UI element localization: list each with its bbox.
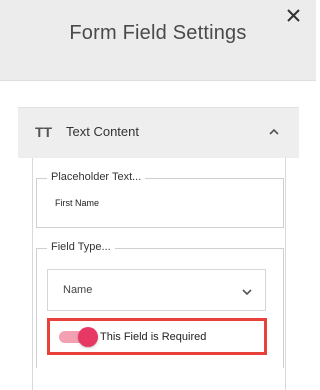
placeholder-text-value: First Name bbox=[55, 198, 100, 208]
chevron-up-icon[interactable] bbox=[267, 125, 281, 139]
required-toggle[interactable] bbox=[59, 327, 98, 347]
page-title: Form Field Settings bbox=[69, 22, 247, 44]
field-type-legend: Field Type... bbox=[47, 241, 115, 253]
required-toggle-label: This Field is Required bbox=[100, 331, 207, 343]
text-content-section-header[interactable]: TT Text Content bbox=[18, 107, 299, 158]
settings-header: Form Field Settings bbox=[0, 0, 316, 81]
section-label: Text Content bbox=[66, 124, 139, 139]
field-type-selected-value: Name bbox=[63, 284, 93, 296]
field-type-select[interactable]: Name bbox=[47, 269, 266, 311]
chevron-down-icon bbox=[241, 285, 253, 297]
required-toggle-row: This Field is Required bbox=[47, 318, 267, 355]
toggle-knob bbox=[78, 327, 98, 347]
text-format-icon: TT bbox=[35, 124, 53, 140]
placeholder-text-field[interactable]: Placeholder Text... First Name bbox=[36, 171, 284, 228]
close-icon[interactable] bbox=[284, 6, 304, 26]
placeholder-text-legend: Placeholder Text... bbox=[47, 171, 146, 183]
form-field-settings-page: Form Field Settings TT Text Content Plac… bbox=[0, 0, 316, 390]
